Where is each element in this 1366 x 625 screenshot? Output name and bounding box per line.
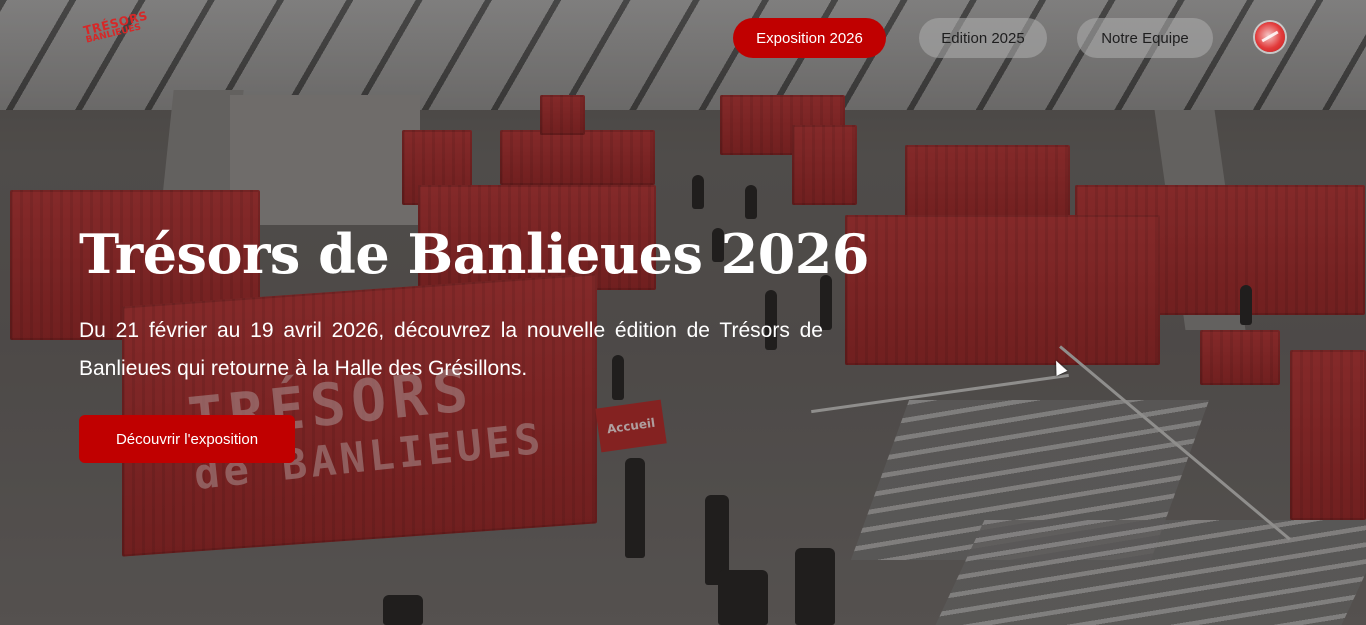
language-flag-icon[interactable] xyxy=(1255,22,1285,52)
nav-notre-equipe[interactable]: Notre Equipe xyxy=(1077,18,1213,58)
discover-exhibition-button[interactable]: Découvrir l'exposition xyxy=(79,415,295,463)
hero-section: TRÉSORS de BANLIEUES Accueil TRÉSORS BAN… xyxy=(0,0,1366,625)
nav-edition-2025[interactable]: Edition 2025 xyxy=(919,18,1047,58)
hero-subtitle: Du 21 février au 19 avril 2026, découvre… xyxy=(79,319,823,380)
nav-exposition-2026[interactable]: Exposition 2026 xyxy=(733,18,886,58)
page-title: Trésors de Banlieues 2026 xyxy=(79,222,869,286)
